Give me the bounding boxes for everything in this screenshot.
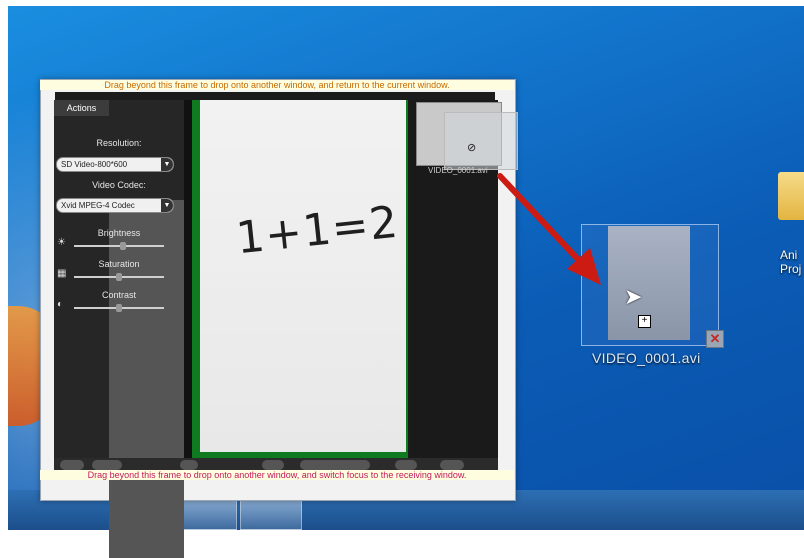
red-arrow-shaft [497, 173, 589, 271]
red-arrow-icon [497, 173, 601, 285]
